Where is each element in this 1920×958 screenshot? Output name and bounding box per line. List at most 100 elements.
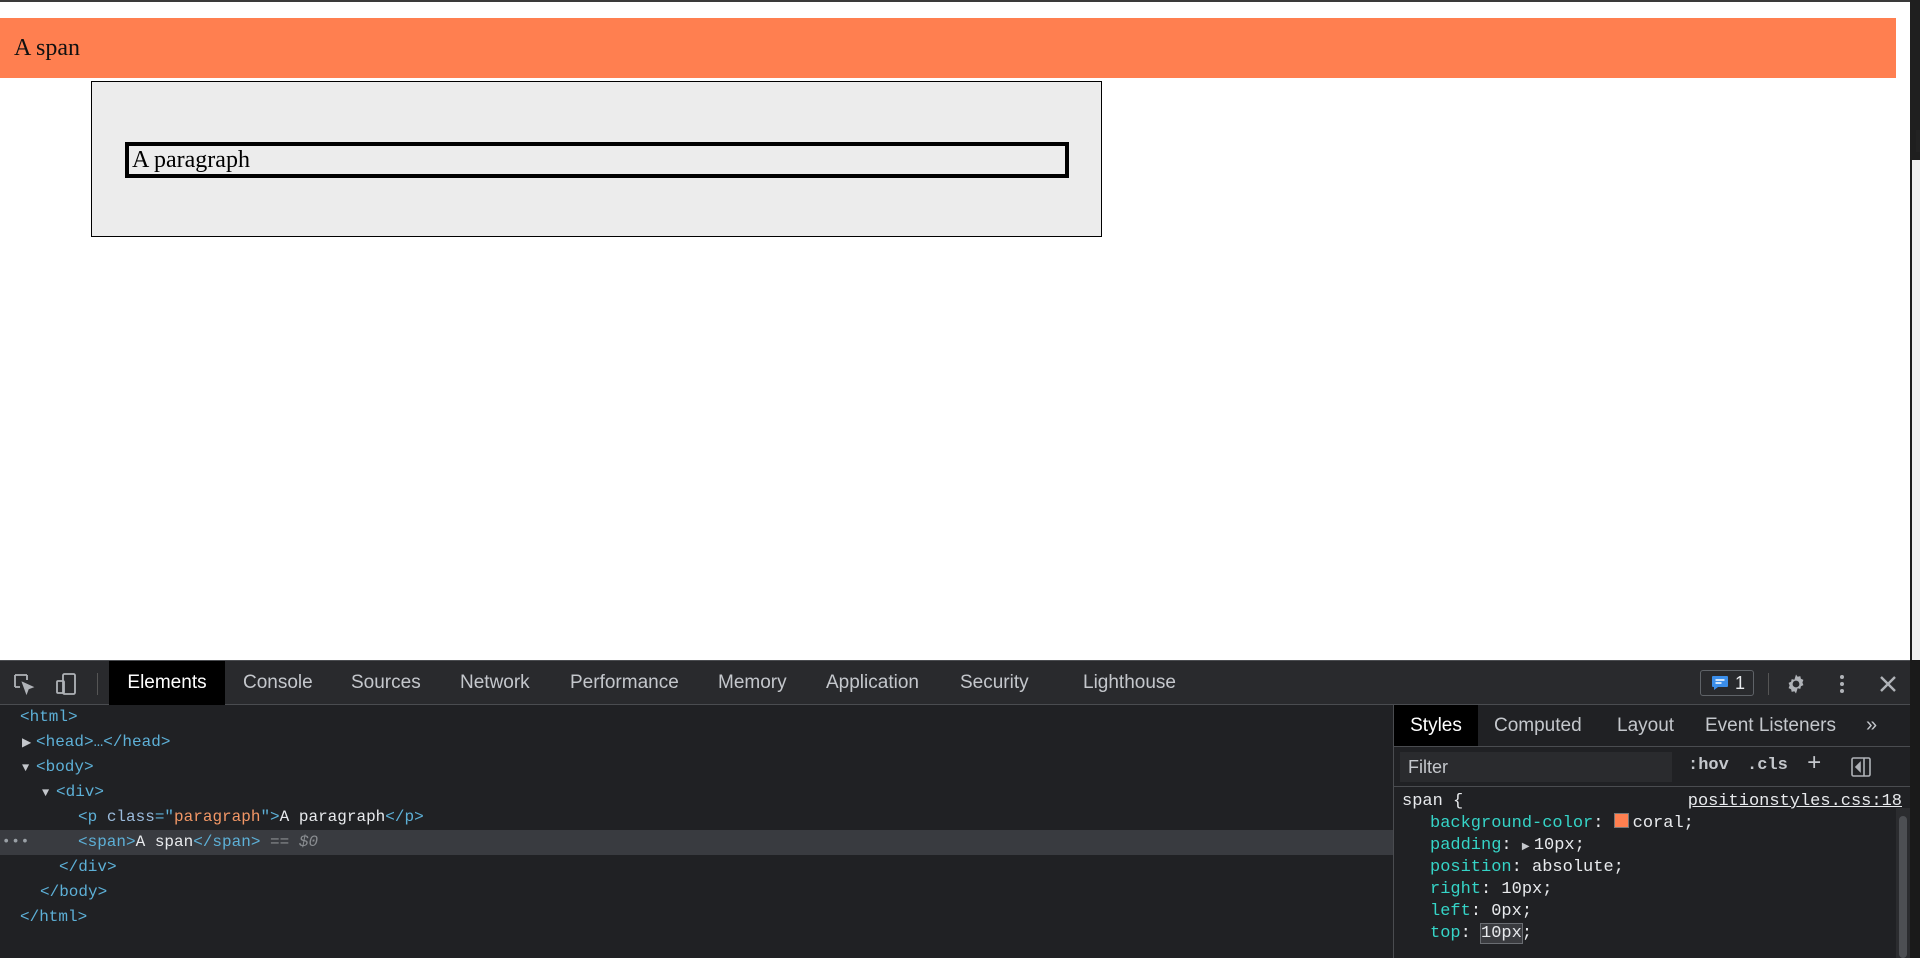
dom-node-p[interactable]: <p class="paragraph">A paragraph</p> — [0, 805, 1470, 830]
p-attr-eq: =" — [154, 808, 175, 826]
dom-node-body-close[interactable]: </body> — [0, 880, 1432, 905]
head-tag: <head>…</head> — [36, 733, 171, 751]
viewport-top-border — [0, 0, 1910, 2]
device-toggle-icon[interactable] — [54, 672, 78, 696]
devtools-panel: Elements Console Sources Network Perform… — [0, 660, 1920, 958]
decl-prop: left — [1430, 902, 1471, 921]
page-scrollbar[interactable] — [1910, 0, 1920, 820]
p-attr-value: paragraph — [174, 808, 261, 826]
decl-prop: padding — [1430, 836, 1502, 855]
decl-background-color[interactable]: background-color: coral; — [1394, 813, 1920, 835]
tab-security[interactable]: Security — [960, 661, 1029, 705]
styles-scrollbar[interactable] — [1896, 808, 1910, 958]
decl-prop: right — [1430, 880, 1482, 899]
div-open-tag: <div> — [56, 783, 105, 801]
p-text: A paragraph — [279, 808, 386, 826]
hov-toggle[interactable]: :hov — [1688, 756, 1729, 775]
issues-count: 1 — [1735, 673, 1746, 693]
close-icon[interactable] — [1876, 672, 1900, 696]
decl-value: 10px; — [1501, 880, 1553, 899]
decl-top[interactable]: top: 10px; — [1394, 923, 1920, 945]
color-swatch[interactable] — [1613, 813, 1629, 828]
decl-position[interactable]: position: absolute; — [1394, 857, 1920, 879]
tab-styles[interactable]: Styles — [1394, 705, 1478, 746]
issues-badge[interactable]: 1 — [1700, 670, 1754, 696]
toggle-sidebar-icon[interactable] — [1850, 756, 1872, 778]
collapse-triangle-icon[interactable]: ▼ — [42, 781, 56, 806]
styles-pane: Styles Computed Layout Event Listeners »… — [1393, 705, 1911, 958]
html-close-tag: </html> — [20, 908, 88, 926]
decl-right[interactable]: right: 10px; — [1394, 879, 1920, 901]
decl-left[interactable]: left: 0px; — [1394, 901, 1920, 923]
span-close-tag: </span> — [193, 833, 261, 851]
tab-elements[interactable]: Elements — [109, 661, 225, 705]
tab-event-listeners[interactable]: Event Listeners — [1705, 705, 1836, 746]
tab-lighthouse[interactable]: Lighthouse — [1083, 661, 1176, 705]
decl-padding[interactable]: padding: ▶ 10px; — [1394, 835, 1920, 857]
tab-application[interactable]: Application — [826, 661, 919, 705]
dom-node-head[interactable]: ▶ <head>…</head> — [0, 730, 1414, 755]
body-open-tag: <body> — [36, 758, 94, 776]
expand-triangle-icon[interactable]: ▶ — [22, 731, 36, 756]
dom-node-span-selected[interactable]: ••• <span>A span</span> == $0 — [0, 830, 1470, 855]
rule-source-link[interactable]: positionstyles.css:18 — [1688, 791, 1902, 813]
p-attr-close: "> — [260, 808, 280, 826]
body-close-tag: </body> — [40, 883, 108, 901]
message-icon — [1711, 675, 1729, 691]
p-attr-name: class — [106, 808, 155, 826]
div-close-tag: </div> — [59, 858, 117, 876]
rule-selector[interactable]: span { positionstyles.css:18 — [1394, 791, 1902, 813]
dom-node-html-close[interactable]: </html> — [0, 905, 1412, 930]
decl-value: 10px; — [1533, 836, 1585, 855]
decl-prop: position — [1430, 858, 1512, 877]
styles-tab-bar: Styles Computed Layout Event Listeners » — [1394, 705, 1911, 747]
more-dots-icon[interactable]: ••• — [2, 830, 30, 855]
p-open-tag: <p — [78, 808, 107, 826]
span-text: A span — [14, 35, 80, 61]
styles-filter-input[interactable]: Filter — [1400, 752, 1672, 782]
dom-node-div-close[interactable]: </div> — [0, 855, 1451, 880]
tab-network[interactable]: Network — [460, 661, 530, 705]
tab-sources[interactable]: Sources — [351, 661, 421, 705]
more-vertical-icon[interactable] — [1830, 672, 1854, 696]
add-rule-icon[interactable]: + — [1807, 751, 1821, 778]
p-close-tag: </p> — [385, 808, 424, 826]
inspect-element-icon[interactable] — [12, 672, 36, 696]
page-viewport: A span A paragraph — [0, 0, 1920, 820]
span-open-tag: <span> — [78, 833, 136, 851]
html-open-tag: <html> — [20, 708, 78, 726]
gear-icon[interactable] — [1784, 672, 1808, 696]
tab-computed[interactable]: Computed — [1494, 705, 1582, 746]
rule-selector-text: span { — [1402, 792, 1464, 811]
tab-memory[interactable]: Memory — [718, 661, 787, 705]
window-edge — [1910, 660, 1920, 958]
toolbar-divider-right — [1768, 673, 1769, 695]
expand-triangle-icon[interactable]: ▶ — [1522, 837, 1534, 859]
tab-performance[interactable]: Performance — [570, 661, 679, 705]
devtools-toolbar: Elements Console Sources Network Perform… — [0, 660, 1920, 705]
decl-prop: top — [1430, 924, 1461, 943]
dom-node-div[interactable]: ▼ <div> — [0, 780, 1434, 805]
styles-filter-row: Filter :hov .cls + — [1394, 747, 1911, 787]
coral-span: A span — [0, 18, 1896, 78]
cls-toggle[interactable]: .cls — [1747, 756, 1788, 775]
decl-value-editing[interactable]: 10px — [1480, 923, 1523, 944]
chevron-double-right-icon[interactable]: » — [1866, 705, 1877, 746]
decl-semicolon: ; — [1521, 924, 1533, 943]
span-text-node: A span — [135, 833, 194, 851]
tab-console[interactable]: Console — [243, 661, 313, 705]
paragraph-text: A paragraph — [132, 147, 250, 173]
collapse-triangle-icon[interactable]: ▼ — [22, 756, 36, 781]
selected-marker: == $0 — [270, 833, 319, 851]
toolbar-divider — [97, 673, 98, 695]
tab-layout[interactable]: Layout — [1617, 705, 1674, 746]
dom-node-html[interactable]: <html> — [0, 705, 1412, 730]
decl-value: absolute; — [1532, 858, 1624, 877]
paragraph-box: A paragraph — [125, 142, 1069, 178]
decl-value: coral; — [1632, 814, 1694, 833]
dom-node-body[interactable]: ▼ <body> — [0, 755, 1414, 780]
decl-prop: background-color — [1430, 814, 1594, 833]
container-div: A paragraph — [91, 81, 1102, 237]
dom-tree: <html> ▶ <head>…</head> ▼ <body> ▼ <div> <p… — [0, 705, 1470, 958]
decl-value: 0px; — [1491, 902, 1533, 921]
